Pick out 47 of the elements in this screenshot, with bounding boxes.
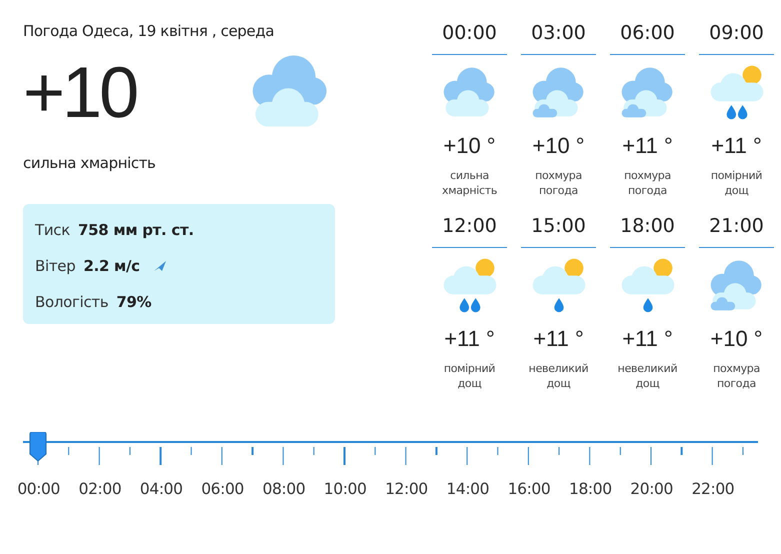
timeline-handle[interactable] [29,432,47,462]
current-condition: сильна хмарність [23,154,156,172]
timeline-label: 06:00 [200,480,245,498]
forecast-temperature: +10 ° [532,133,585,159]
timeline-label: 10:00 [322,480,368,498]
forecast-temperature: +11 ° [444,326,495,352]
forecast-condition: сильна хмарність [440,169,498,199]
forecast-temperature: +10 ° [710,326,763,352]
detail-label: Тиск [35,221,70,239]
timeline-label: 14:00 [445,480,490,498]
timeline-label: 12:00 [384,480,429,498]
forecast-time: 09:00 [699,22,774,55]
timeline-label: 22:00 [690,480,736,498]
forecast-condition: невеликий дощ [616,362,678,392]
forecast-condition: помірний дощ [710,169,764,199]
forecast-condition: невеликий дощ [528,362,590,392]
forecast-time: 15:00 [521,214,596,248]
timeline-label: 16:00 [506,480,552,498]
forecast-time: 06:00 [610,22,685,55]
timeline-label: 18:00 [568,480,613,498]
forecast-time: 00:00 [432,22,507,55]
forecast-condition: похмура погода [623,169,672,199]
detail-value: 2.2 м/с [83,257,140,275]
detail-value: 758 мм рт. ст. [78,221,194,239]
current-temperature: +10 [23,57,136,129]
page-title: Погода Одеса, 19 квітня , середа [23,22,276,40]
timeline-label: 08:00 [262,480,306,498]
forecast-condition: похмура погода [712,362,761,392]
forecast-condition: похмура погода [534,169,583,199]
forecast-time: 03:00 [521,22,596,55]
forecast-time: 18:00 [610,214,685,248]
forecast-temperature: +11 ° [711,133,762,159]
forecast-condition: помірний дощ [442,362,496,392]
detail-label: Вітер [35,257,76,275]
forecast-temperature: +11 ° [622,133,673,159]
timeline-label: 02:00 [78,480,122,498]
timeline-label: 20:00 [629,480,674,498]
timeline-label: 00:00 [16,480,61,498]
wind-direction-icon [154,260,166,272]
forecast-temperature: +11 ° [533,326,584,352]
forecast-temperature: +10 ° [443,133,496,159]
detail-label: Вологість [35,293,108,311]
forecast-temperature: +11 ° [622,326,673,352]
detail-value: 79% [116,293,152,311]
timeline-label: 04:00 [138,480,184,498]
forecast-time: 12:00 [432,214,507,248]
forecast-time: 21:00 [699,214,774,248]
